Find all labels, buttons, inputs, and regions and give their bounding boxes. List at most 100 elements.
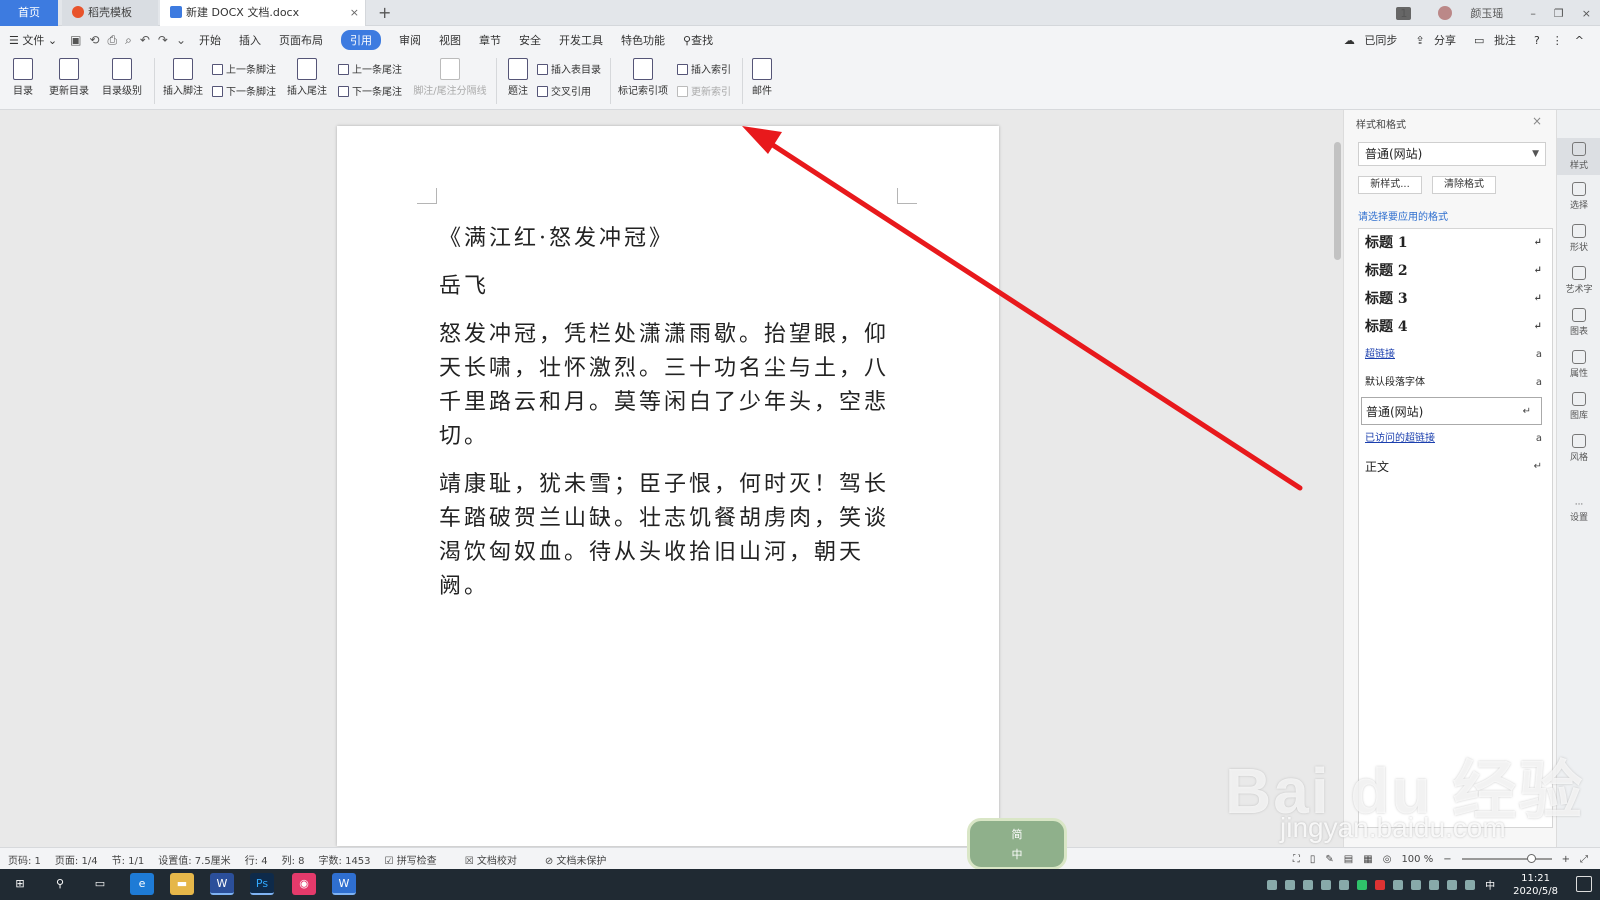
pink-app-icon[interactable]: ◉ (292, 873, 316, 895)
customize-chevron-icon[interactable]: ⌄ (176, 33, 186, 47)
rail-theme[interactable]: 风格 (1557, 434, 1600, 463)
page-view-icon[interactable]: ▯ (1310, 854, 1316, 865)
minimize-button[interactable]: – (1530, 7, 1536, 20)
document-page[interactable]: 《满江红·怒发冲冠》 岳飞 怒发冲冠，凭栏处潇潇雨歇。抬望眼，仰天长啸，壮怀激烈… (337, 126, 999, 846)
style-item-visited-link[interactable]: 已访问的超链接 a (1359, 425, 1552, 453)
wps-doc-app-icon[interactable]: W (210, 873, 234, 895)
tray-app-icon[interactable] (1303, 879, 1314, 890)
windows-start-icon[interactable]: ⊞ (8, 873, 32, 895)
file-explorer-icon[interactable]: ▬ (170, 873, 194, 895)
rail-shape[interactable]: 形状 (1557, 224, 1600, 253)
tab-document[interactable]: 新建 DOCX 文档.docx × (160, 0, 366, 26)
network-icon[interactable] (1465, 879, 1476, 890)
rail-wordart[interactable]: 艺术字 (1557, 266, 1600, 295)
task-view-icon[interactable]: ▭ (88, 873, 112, 895)
taskbar-search-icon[interactable]: ⚲ (48, 873, 72, 895)
prev-endnote-button[interactable]: 上一条尾注 (338, 61, 402, 76)
tray-app-icon[interactable] (1429, 879, 1440, 890)
save-icon[interactable]: ▣ (70, 33, 81, 47)
close-window-button[interactable]: × (1582, 7, 1591, 20)
style-item-heading3[interactable]: 标题 3 ↵ (1359, 285, 1552, 313)
menu-review[interactable]: 审阅 (399, 32, 421, 48)
rail-style[interactable]: 样式 (1557, 138, 1600, 175)
help-icon[interactable]: ? (1534, 34, 1540, 47)
photoshop-app-icon[interactable]: Ps (250, 873, 274, 895)
menu-chapter[interactable]: 章节 (479, 32, 501, 48)
mark-index-button[interactable]: 标记索引项 (616, 58, 670, 97)
panel-title[interactable]: 样式和格式 (1356, 116, 1406, 131)
panel-close-icon[interactable]: × (1532, 114, 1542, 128)
rail-select[interactable]: 选择 (1557, 182, 1600, 211)
separator-line-button[interactable]: 脚注/尾注分隔线 (412, 58, 488, 97)
status-setting[interactable]: 设置值: 7.5厘米 (158, 852, 230, 867)
tab-docer-templates[interactable]: 稻壳模板 (62, 0, 158, 26)
tab-home[interactable]: 首页 (0, 0, 58, 26)
wechat-icon[interactable] (1357, 879, 1368, 890)
outline-view-icon[interactable]: ▦ (1363, 854, 1372, 865)
rail-properties[interactable]: 属性 (1557, 350, 1600, 379)
new-style-button[interactable]: 新样式... (1358, 176, 1422, 194)
style-item-heading1[interactable]: 标题 1 ↵ (1359, 229, 1552, 257)
document-body[interactable]: 《满江红·怒发冲冠》 岳飞 怒发冲冠，凭栏处潇潇雨歇。抬望眼，仰天长啸，壮怀激烈… (439, 222, 909, 618)
comment-button[interactable]: ▭ 批注 (1474, 32, 1522, 48)
clear-format-button[interactable]: 清除格式 (1432, 176, 1496, 194)
sync-status[interactable]: ☁ 已同步 (1344, 32, 1404, 48)
prev-footnote-button[interactable]: 上一条脚注 (212, 61, 276, 76)
tray-app-icon[interactable] (1267, 879, 1278, 890)
zoom-out-icon[interactable]: − (1443, 854, 1451, 865)
tray-app-icon[interactable] (1321, 879, 1332, 890)
new-tab-button[interactable]: + (378, 0, 391, 26)
status-word-count[interactable]: 字数: 1453 (319, 852, 371, 867)
menu-start[interactable]: 开始 (199, 32, 221, 48)
web-view-icon[interactable]: ▤ (1344, 854, 1353, 865)
cross-ref-button[interactable]: 交叉引用 (537, 83, 591, 98)
mail-button[interactable]: 邮件 (748, 58, 776, 97)
insert-table-toc-button[interactable]: 插入表目录 (537, 61, 601, 76)
zoom-level[interactable]: 100 % (1401, 854, 1433, 865)
menu-page-layout[interactable]: 页面布局 (279, 32, 323, 48)
toc-level-button[interactable]: 目录级别 (96, 58, 148, 97)
volume-icon[interactable] (1447, 879, 1458, 890)
spell-check-button[interactable]: ☑ 拼写检查 (385, 852, 451, 867)
caption-button[interactable]: 题注 (504, 58, 532, 97)
menu-special[interactable]: 特色功能 (621, 32, 665, 48)
toc-button[interactable]: 目录 (8, 58, 38, 97)
notification-center-icon[interactable] (1576, 876, 1592, 892)
print-icon[interactable]: ⎙ (107, 33, 117, 48)
ime-language-indicator[interactable]: 中 (1485, 877, 1495, 892)
fullscreen-icon[interactable]: ⛶ (1293, 854, 1300, 865)
print-preview-icon[interactable]: ⌕ (125, 33, 132, 48)
style-item-normal-web[interactable]: 普通(网站) ↵ (1361, 397, 1542, 425)
current-style-dropdown[interactable]: 普通(网站) ▼ (1358, 142, 1546, 166)
tray-app-icon[interactable] (1393, 879, 1404, 890)
status-row[interactable]: 行: 4 (245, 852, 268, 867)
zoom-in-icon[interactable]: + (1562, 854, 1570, 865)
menu-insert[interactable]: 插入 (239, 32, 261, 48)
tray-app-icon[interactable] (1375, 879, 1386, 890)
fit-window-icon[interactable]: ⤢ (1580, 854, 1588, 865)
rail-settings[interactable]: ··· 设置 (1557, 500, 1600, 523)
tab-close-icon[interactable]: × (350, 0, 359, 26)
browser-app-icon[interactable]: e (130, 873, 154, 895)
menu-security[interactable]: 安全 (519, 32, 541, 48)
ime-floating-widget[interactable]: 简 中 (967, 818, 1067, 870)
vertical-scrollbar[interactable] (1333, 112, 1343, 834)
next-footnote-button[interactable]: 下一条脚注 (212, 83, 276, 98)
insert-endnote-button[interactable]: 插入尾注 (286, 58, 328, 97)
insert-footnote-button[interactable]: 插入脚注 (162, 58, 204, 97)
collapse-ribbon-icon[interactable]: ^ (1575, 34, 1584, 47)
menu-references[interactable]: 引用 (341, 30, 382, 50)
zoom-slider-knob[interactable] (1526, 854, 1536, 863)
shield-icon[interactable] (1285, 879, 1296, 890)
share-button[interactable]: ⇪ 分享 (1415, 32, 1462, 48)
protect-status[interactable]: ⊘ 文档未保护 (545, 852, 621, 867)
menu-view[interactable]: 视图 (439, 32, 461, 48)
search-button[interactable]: ⚲查找 (683, 32, 713, 48)
rail-chart[interactable]: 图表 (1557, 308, 1600, 337)
status-col[interactable]: 列: 8 (282, 852, 305, 867)
rail-gallery[interactable]: 图库 (1557, 392, 1600, 421)
style-item-heading2[interactable]: 标题 2 ↵ (1359, 257, 1552, 285)
file-menu[interactable]: ☰ 文件 ⌄ (9, 32, 57, 48)
more-icon[interactable]: ⋮ (1552, 34, 1563, 47)
update-toc-button[interactable]: 更新目录 (46, 58, 92, 97)
